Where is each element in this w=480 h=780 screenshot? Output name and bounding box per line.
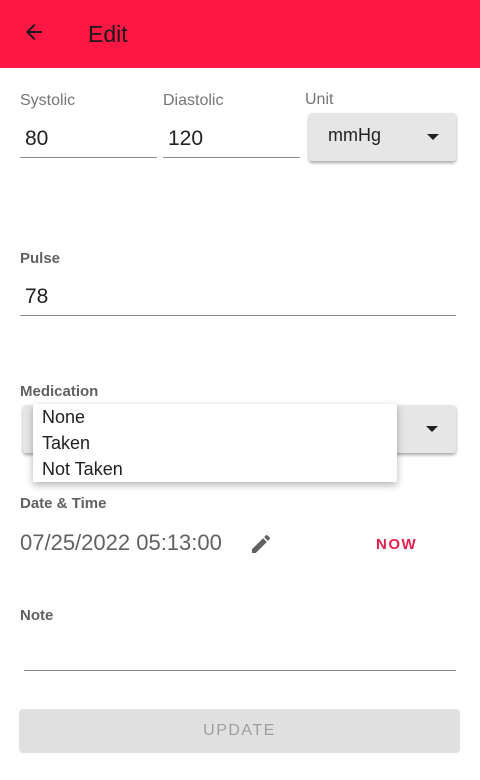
- note-input[interactable]: [24, 633, 456, 671]
- pulse-input[interactable]: 78: [20, 278, 456, 316]
- caret-down-icon: [427, 134, 439, 140]
- systolic-input[interactable]: 80: [20, 120, 157, 158]
- dropdown-option-none[interactable]: None: [42, 407, 85, 428]
- update-button-label: UPDATE: [203, 722, 276, 739]
- systolic-label: Systolic: [20, 92, 76, 109]
- medication-dropdown-menu: None Taken Not Taken: [33, 404, 397, 482]
- dropdown-option-taken[interactable]: Taken: [42, 433, 90, 454]
- note-label: Note: [20, 607, 54, 624]
- unit-select[interactable]: mmHg: [309, 113, 456, 161]
- pulse-label: Pulse: [20, 250, 61, 267]
- diastolic-label: Diastolic: [163, 92, 224, 109]
- medication-label: Medication: [20, 383, 99, 400]
- unit-select-value: mmHg: [328, 125, 381, 145]
- update-button[interactable]: UPDATE: [19, 709, 460, 753]
- diastolic-input[interactable]: 120: [163, 120, 300, 158]
- page-title: Edit: [88, 21, 128, 47]
- caret-down-icon: [426, 426, 438, 432]
- app-bar: Edit: [0, 0, 480, 68]
- arrow-left-icon[interactable]: [22, 20, 46, 44]
- now-button[interactable]: NOW: [376, 536, 417, 553]
- datetime-label: Date & Time: [20, 495, 107, 512]
- dropdown-option-not-taken[interactable]: Not Taken: [42, 459, 123, 480]
- unit-label: Unit: [305, 91, 334, 108]
- datetime-value[interactable]: 07/25/2022 05:13:00: [20, 530, 222, 556]
- pencil-icon[interactable]: [249, 532, 273, 556]
